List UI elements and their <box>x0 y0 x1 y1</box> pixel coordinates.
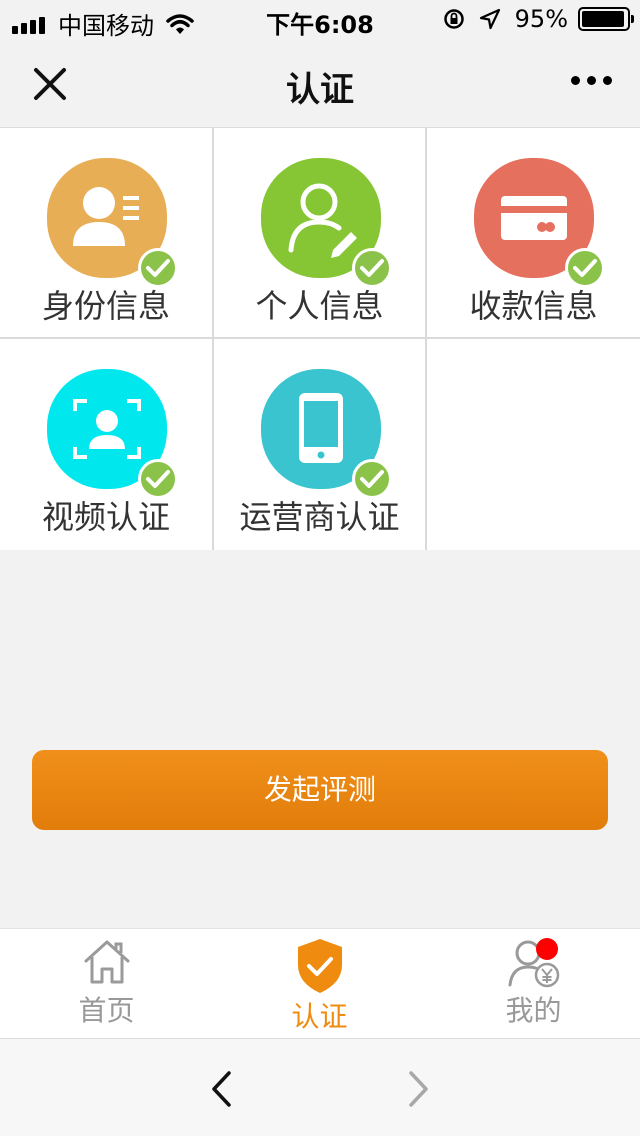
verify-item-video[interactable]: 视频认证 <box>0 339 214 550</box>
verify-item-label: 收款信息 <box>469 287 598 325</box>
verify-item-personal[interactable]: 个人信息 <box>214 128 427 339</box>
tab-label: 认证 <box>291 1000 348 1033</box>
location-arrow-icon <box>479 8 500 30</box>
more-icon-dot <box>587 76 596 85</box>
browser-toolbar <box>0 1038 640 1136</box>
tab-mine[interactable]: 我的 <box>427 929 640 1039</box>
more-icon-dot <box>603 76 612 85</box>
more-icon-dot <box>571 76 580 85</box>
start-evaluation-button[interactable]: 发起评测 <box>32 750 608 830</box>
home-icon <box>84 940 129 984</box>
verify-item-label: 运营商认证 <box>239 498 400 536</box>
status-bar: 中国移动 下午6:08 95% <box>0 0 640 40</box>
tab-label: 首页 <box>78 994 135 1027</box>
battery-percent: 95% <box>514 5 568 33</box>
rotation-lock-icon <box>443 9 464 29</box>
chevron-right-icon <box>409 1071 428 1107</box>
verify-item-label: 个人信息 <box>255 287 384 325</box>
battery-level <box>582 11 624 27</box>
grid-empty-cell <box>425 339 640 550</box>
more-button[interactable] <box>564 76 612 85</box>
notification-badge <box>536 938 558 960</box>
status-right: 95% <box>443 5 634 33</box>
verify-item-label: 视频认证 <box>41 498 170 536</box>
tab-label: 我的 <box>505 994 562 1027</box>
verify-item-carrier[interactable]: 运营商认证 <box>214 339 427 550</box>
verify-item-label: 身份信息 <box>41 287 170 325</box>
verify-item-payment[interactable]: 收款信息 <box>427 128 640 339</box>
nav-bar: 认证 <box>0 40 640 128</box>
shield-check-icon <box>297 939 342 993</box>
tab-verification[interactable]: 认证 <box>213 929 426 1039</box>
verify-item-identity[interactable]: 身份信息 <box>0 128 214 339</box>
back-button[interactable] <box>202 1067 242 1111</box>
verification-grid: 身份信息 个人信息 收款信息 视频认证 运营商认证 <box>0 128 640 550</box>
forward-button[interactable] <box>398 1067 438 1111</box>
chevron-left-icon <box>212 1071 231 1107</box>
tab-home[interactable]: 首页 <box>0 929 213 1039</box>
page-title: 认证 <box>286 70 354 110</box>
battery-icon <box>578 7 634 31</box>
